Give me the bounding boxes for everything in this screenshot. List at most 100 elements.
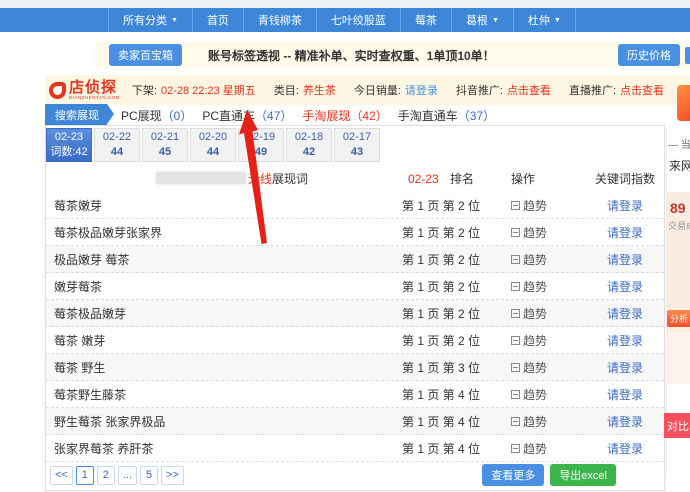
date-tab-02-21[interactable]: 02-21 45	[142, 128, 188, 162]
nav-item-gegen[interactable]: 葛根 ▼	[451, 8, 513, 32]
date-tab-02-19[interactable]: 02-19 49	[238, 128, 284, 162]
date-tab-02-23[interactable]: 02-23 词数:42	[46, 128, 92, 162]
header-action: 操作	[496, 170, 586, 187]
floating-promo-button[interactable]	[677, 85, 690, 121]
nav-item-gynostemma[interactable]: 七叶绞股蓝	[316, 8, 400, 32]
date-tab-02-20[interactable]: 02-20 44	[190, 128, 236, 162]
today-sales-login-link[interactable]: 请登录	[405, 82, 438, 98]
trend-action[interactable]: 趋势	[496, 224, 586, 241]
trend-action[interactable]: 趋势	[496, 278, 586, 295]
keyword-panel: 02-23 词数:42 02-22 44 02-21 45 02-20 44 0…	[45, 125, 665, 491]
keyword-cell: 张家界莓茶 养肝茶	[46, 440, 386, 457]
table-header: 无线 展现词 02-23 排名 操作 关键词指数	[46, 164, 664, 192]
nav-item-qingqianliu-tea[interactable]: 青钱柳茶	[243, 8, 316, 32]
keyword-cell: 野生莓茶 张家界极品	[46, 413, 386, 430]
trend-action[interactable]: 趋势	[496, 197, 586, 214]
page-1-button[interactable]: 1	[76, 466, 94, 485]
trend-action[interactable]: 趋势	[496, 332, 586, 349]
analysis-badge[interactable]: 分析	[667, 310, 690, 327]
date-label: 02-23	[55, 130, 83, 145]
page-2-button[interactable]: 2	[97, 466, 115, 485]
login-link[interactable]: 请登录	[607, 361, 643, 375]
tab-pc-ztc[interactable]: PC直通车（47）	[202, 107, 292, 124]
rank-cell: 第 1 页 第 4 位	[386, 386, 496, 403]
trend-chart-icon	[511, 201, 520, 210]
douyin-promo-link[interactable]: 点击查看	[507, 82, 551, 98]
date-tabs: 02-23 词数:42 02-22 44 02-21 45 02-20 44 0…	[46, 128, 380, 162]
login-link[interactable]: 请登录	[607, 226, 643, 240]
login-link[interactable]: 请登录	[607, 199, 643, 213]
category-value[interactable]: 养生茶	[303, 82, 336, 98]
trend-action[interactable]: 趋势	[496, 413, 586, 430]
tab-pc-exposure[interactable]: PC展现（0）	[121, 107, 192, 124]
table-row: 野生莓茶 张家界极品 第 1 页 第 4 位 趋势 请登录	[46, 408, 664, 435]
trend-label: 趋势	[523, 440, 547, 457]
nav-item-duzhong[interactable]: 杜仲 ▼	[513, 8, 576, 32]
word-count: 49	[255, 145, 267, 160]
login-link[interactable]: 请登录	[607, 307, 643, 321]
date-tab-02-17[interactable]: 02-17 43	[334, 128, 380, 162]
cutoff-button[interactable]	[685, 47, 690, 64]
rank-cell: 第 1 页 第 2 位	[386, 278, 496, 295]
header-keyword-index: 关键词指数	[586, 170, 664, 187]
right-panel-block: 89 交易成 分析	[667, 192, 690, 332]
tab-search-exposure[interactable]: 搜索展现	[45, 104, 107, 126]
tab-mobile-ztc[interactable]: 手淘直通车（37）	[398, 107, 495, 124]
word-count: 词数:42	[50, 145, 87, 160]
login-link[interactable]: 请登录	[607, 442, 643, 456]
login-link[interactable]: 请登录	[607, 415, 643, 429]
keyword-cell: 莓茶野生藤茶	[46, 386, 386, 403]
seller-toolbox-button[interactable]: 卖家百宝箱	[109, 44, 182, 66]
rank-cell: 第 1 页 第 2 位	[386, 332, 496, 349]
next-page-button[interactable]: >>	[161, 466, 184, 485]
table-row: 莓茶 野生 第 1 页 第 3 位 趋势 请登录	[46, 354, 664, 381]
date-tab-02-18[interactable]: 02-18 42	[286, 128, 332, 162]
table-row: 嫩芽莓茶 第 1 页 第 2 位 趋势 请登录	[46, 273, 664, 300]
nav-item-all-categories[interactable]: 所有分类 ▼	[108, 8, 192, 32]
table-row: 莓茶野生藤茶 第 1 页 第 4 位 趋势 请登录	[46, 381, 664, 408]
nav-item-home[interactable]: 首页	[192, 8, 243, 32]
nav-item-meicha[interactable]: 莓茶	[400, 8, 451, 32]
date-label: 02-20	[199, 130, 227, 145]
date-label: 02-19	[247, 130, 275, 145]
trend-label: 趋势	[523, 332, 547, 349]
rank-cell: 第 1 页 第 3 位	[386, 359, 496, 376]
trend-action[interactable]: 趋势	[496, 251, 586, 268]
table-row: 莓茶极品嫩芽张家界 第 1 页 第 2 位 趋势 请登录	[46, 219, 664, 246]
login-link[interactable]: 请登录	[607, 280, 643, 294]
header-date: 02-23	[408, 172, 439, 186]
trend-label: 趋势	[523, 251, 547, 268]
tab-mobile-exposure[interactable]: 手淘展现（42）	[302, 107, 387, 124]
export-excel-button[interactable]: 导出excel	[550, 464, 616, 486]
date-tab-02-22[interactable]: 02-22 44	[94, 128, 140, 162]
chevron-down-icon: ▼	[554, 17, 561, 24]
trend-action[interactable]: 趋势	[496, 359, 586, 376]
notice-text: 账号标签透视 -- 精准补单、实时查权重、1单顶10单！	[208, 47, 495, 64]
history-price-button[interactable]: 历史价格	[618, 44, 680, 66]
dianzhentan-logo[interactable]: 店侦探 DIANZHENTAN.COM	[49, 80, 120, 101]
keyword-cell: 莓茶极品嫩芽	[46, 305, 386, 322]
login-link[interactable]: 请登录	[607, 253, 643, 267]
prev-page-button[interactable]: <<	[50, 466, 73, 485]
login-link[interactable]: 请登录	[607, 388, 643, 402]
chevron-down-icon: ▼	[492, 17, 499, 24]
category-label: 类目:	[274, 82, 299, 98]
top-strip	[0, 0, 690, 8]
view-more-button[interactable]: 查看更多	[482, 464, 544, 486]
tab-count: （42）	[350, 109, 387, 123]
nav-label: 莓茶	[415, 12, 437, 28]
right-panel-block	[667, 332, 690, 384]
rank-cell: 第 1 页 第 2 位	[386, 305, 496, 322]
rank-cell: 第 1 页 第 4 位	[386, 413, 496, 430]
top-navbar: 所有分类 ▼ 首页 青钱柳茶 七叶绞股蓝 莓茶 葛根 ▼ 杜仲 ▼	[0, 8, 690, 32]
trend-action[interactable]: 趋势	[496, 440, 586, 457]
live-promo-link[interactable]: 点击查看	[620, 82, 664, 98]
trend-action[interactable]: 趋势	[496, 386, 586, 403]
login-link[interactable]: 请登录	[607, 334, 643, 348]
tab-name: 手淘展现	[302, 109, 350, 123]
page-5-button[interactable]: 5	[140, 466, 158, 485]
trend-label: 趋势	[523, 278, 547, 295]
nav-label: 杜仲	[528, 12, 550, 28]
compare-button[interactable]: 对比	[664, 413, 690, 438]
trend-action[interactable]: 趋势	[496, 305, 586, 322]
